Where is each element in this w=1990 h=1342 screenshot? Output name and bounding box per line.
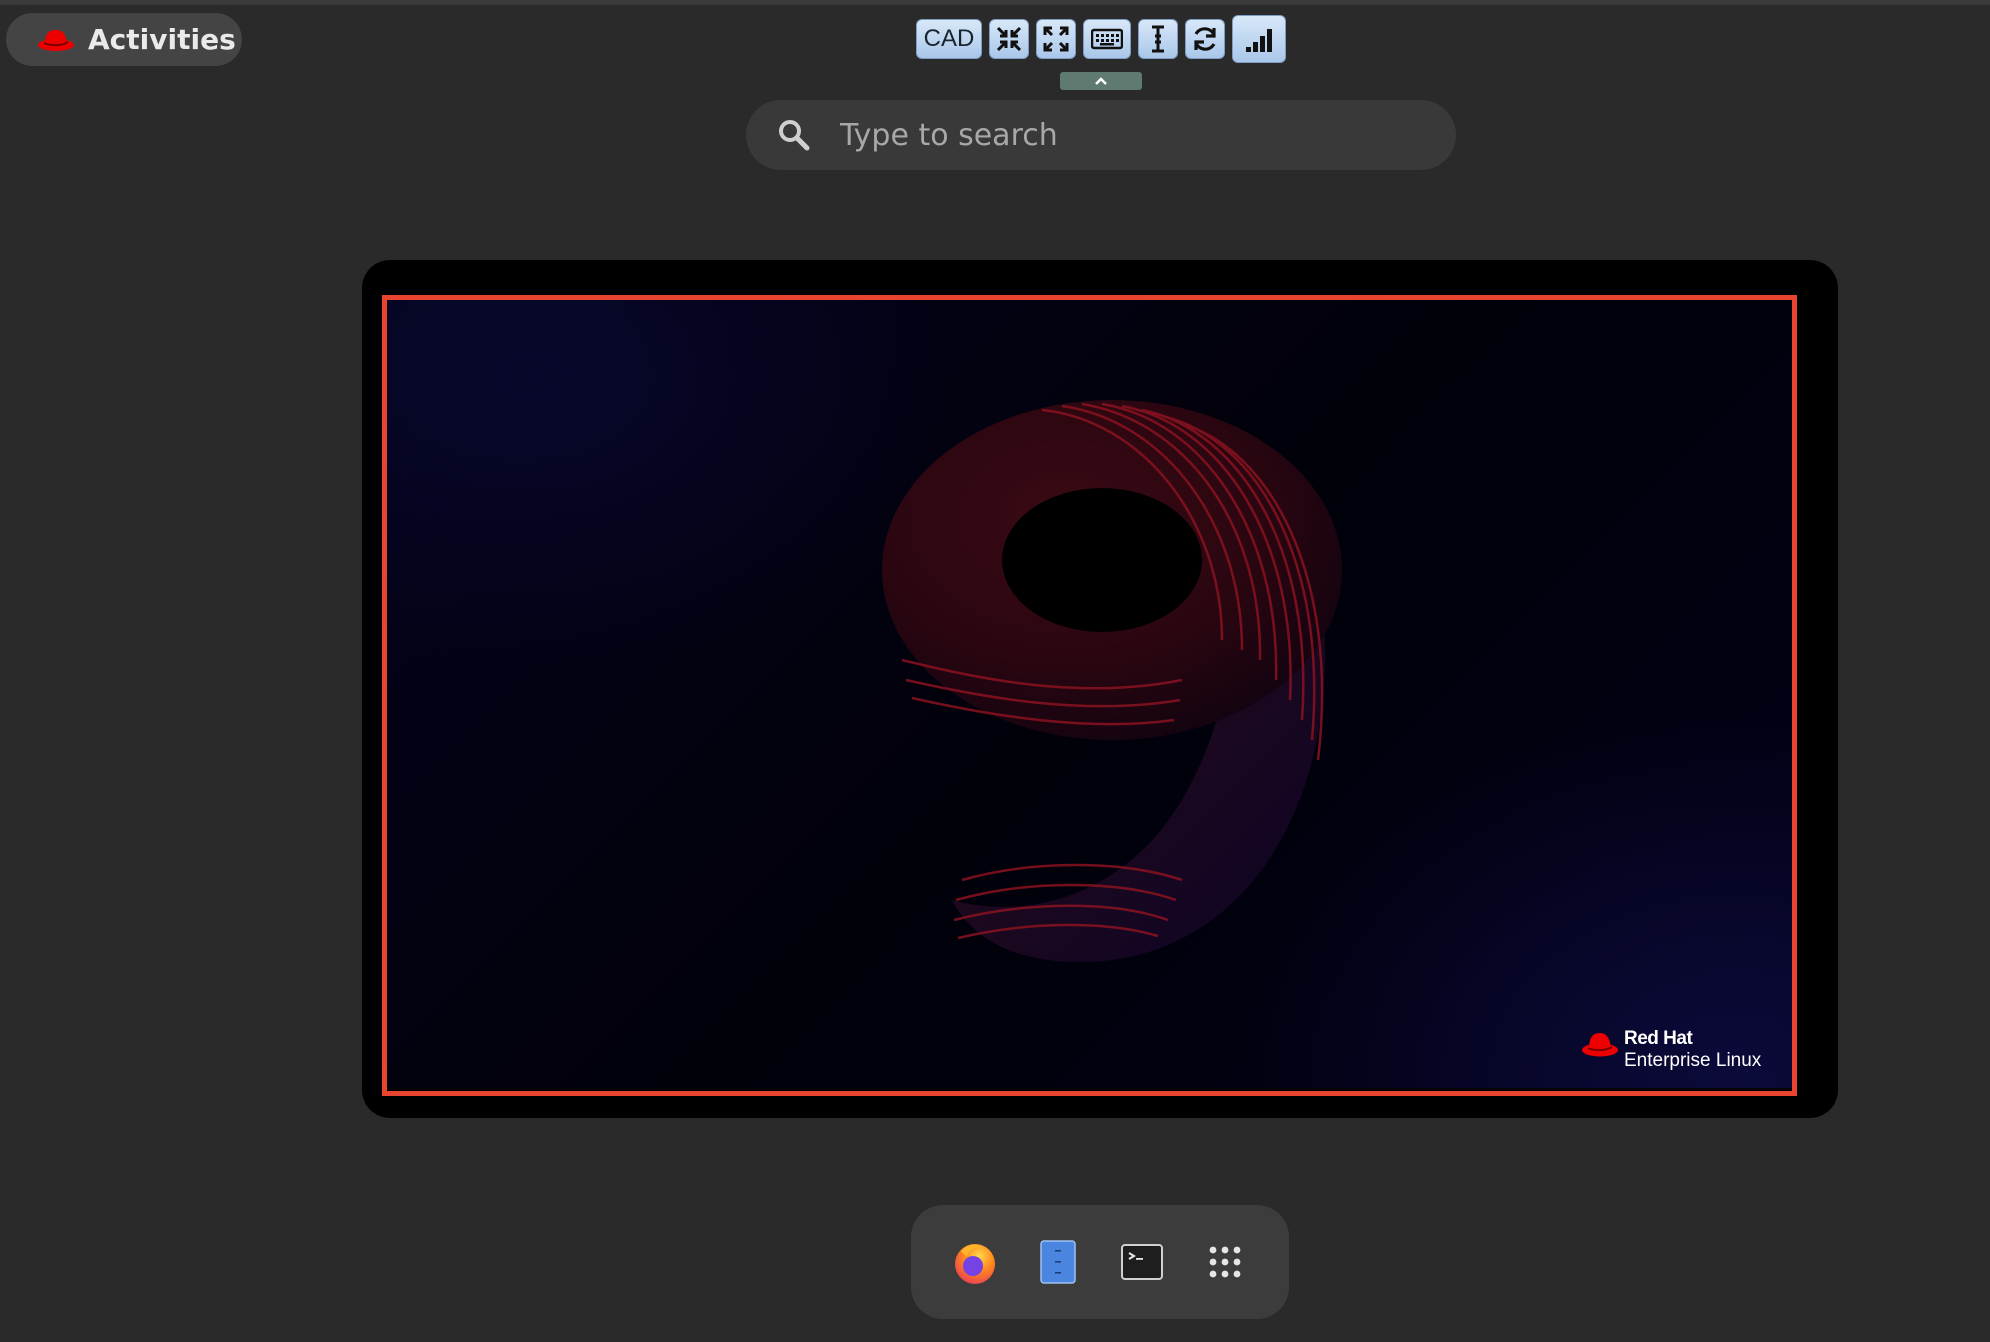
dash-item-files[interactable] — [1034, 1238, 1082, 1286]
search-bar[interactable] — [746, 100, 1456, 170]
app-grid-icon — [1209, 1246, 1241, 1278]
dash-item-firefox[interactable] — [951, 1238, 999, 1286]
red-hat-enterprise-linux-logo: Red Hat Enterprise Linux — [1580, 1028, 1761, 1072]
keyboard-button[interactable] — [1083, 19, 1131, 59]
toolbar-handle[interactable] — [1060, 72, 1142, 90]
signal-strength-icon — [1246, 29, 1272, 52]
connection-quality-button[interactable] — [1232, 15, 1286, 63]
exit-fullscreen-icon — [996, 26, 1022, 52]
rhel-9-artwork — [882, 400, 1342, 962]
cad-label: CAD — [923, 25, 975, 52]
workspace-thumbnail[interactable]: Red Hat Enterprise Linux — [362, 260, 1838, 1118]
ctrl-alt-del-button[interactable]: CAD — [916, 19, 982, 59]
files-icon — [1040, 1240, 1077, 1284]
activities-label: Activities — [88, 23, 236, 56]
text-cursor-icon — [1152, 25, 1164, 53]
dash — [911, 1205, 1289, 1319]
logo-brand-text: Red Hat — [1624, 1028, 1693, 1049]
refresh-icon — [1194, 27, 1216, 51]
search-input[interactable] — [838, 116, 1402, 154]
fullscreen-icon — [1043, 26, 1069, 52]
logo-product-text: Enterprise Linux — [1624, 1049, 1762, 1071]
red-hat-icon — [1582, 1033, 1618, 1057]
wallpaper: Red Hat Enterprise Linux — [382, 296, 1794, 1088]
top-edge — [0, 0, 1990, 5]
remote-session-toolbar: CAD — [916, 15, 1286, 63]
desktop-overview: Activities CAD Type to search Red Hat En… — [0, 0, 1990, 1342]
search-icon — [779, 120, 810, 151]
red-hat-icon — [38, 29, 74, 51]
firefox-icon — [955, 1244, 995, 1284]
exit-fullscreen-button[interactable] — [989, 19, 1029, 59]
terminal-icon — [1120, 1244, 1163, 1280]
keyboard-icon — [1091, 28, 1123, 50]
refresh-button[interactable] — [1185, 19, 1225, 59]
chevron-up-icon — [1095, 77, 1107, 85]
activities-button[interactable]: Activities — [6, 13, 242, 66]
show-applications-button[interactable] — [1201, 1238, 1249, 1286]
clipboard-text-button[interactable] — [1138, 19, 1178, 59]
fullscreen-button[interactable] — [1036, 19, 1076, 59]
dash-item-terminal[interactable] — [1118, 1238, 1166, 1286]
